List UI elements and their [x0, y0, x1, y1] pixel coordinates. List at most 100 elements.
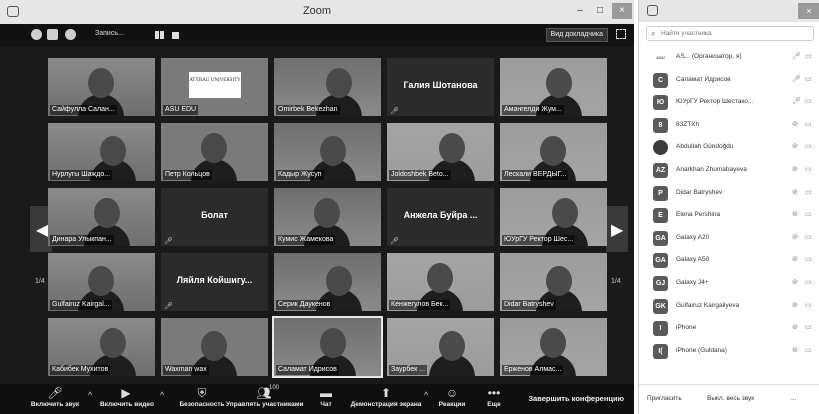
next-page-button[interactable]: ▶	[606, 206, 628, 252]
participant-list-item[interactable]: Abdullah Gündoğdu ⊘ ▭	[639, 136, 819, 159]
participant-list-item[interactable]: GA Galaxy A50 ⊘ ▭	[639, 249, 819, 272]
start-video-button[interactable]: ▶ Включить видео	[100, 386, 154, 408]
participant-video-tile[interactable]: Gulfairuz Kairgal...	[48, 253, 155, 311]
participant-list-item[interactable]: E Elena Pershina ⊘ ▭	[639, 204, 819, 227]
share-options-caret-icon[interactable]: ^	[424, 390, 428, 400]
participant-display-name: Ляйля Койшигу...	[176, 275, 253, 285]
participant-name: 83ZTXh	[676, 120, 700, 128]
participant-avatar: GK	[653, 298, 668, 314]
participant-name-label: ASU EDU	[163, 105, 199, 115]
share-screen-icon: ⬆	[380, 386, 392, 400]
person-face	[546, 68, 572, 98]
participant-video-tile[interactable]: Joldoshbek Beto...	[387, 123, 494, 181]
more-dots-icon: •••	[487, 386, 501, 400]
camera-status-icon: ▭	[805, 75, 812, 83]
close-button[interactable]: ×	[612, 3, 632, 19]
participant-list-item[interactable]: IiPhone ⊘ ▭	[639, 317, 819, 340]
panel-titlebar: ×	[639, 0, 819, 22]
participant-list-item[interactable]: GA Galaxy A20 ⊘ ▭	[639, 227, 819, 250]
participant-search-box[interactable]: ⌕	[646, 26, 814, 41]
participant-name-label: Динара Улыкпан...	[50, 235, 114, 245]
participant-video-tile[interactable]: Omirbek Bekezhan	[274, 58, 381, 116]
participant-video-tile[interactable]: Заурбек ...	[387, 318, 494, 376]
share-screen-button[interactable]: ⬆ Демонстрация экрана	[348, 386, 424, 408]
video-options-caret-icon[interactable]: ^	[160, 390, 164, 400]
participant-list-item[interactable]: AZ Anarkhan Zhumabayeva ⊘ ▭	[639, 159, 819, 182]
participant-video-tile[interactable]: Кумис Жамекова	[274, 188, 381, 246]
participant-name-label: Серик Даукенов	[276, 300, 333, 310]
recording-label: Запись...	[95, 30, 124, 37]
maximize-button[interactable]: □	[592, 3, 608, 19]
minimize-button[interactable]: –	[572, 3, 588, 19]
camera-status-icon: ▭	[805, 278, 812, 286]
participant-list-item[interactable]: P Didar Batryshev ⊘ ▭	[639, 182, 819, 205]
participant-video-tile[interactable]: Waxman wax	[161, 318, 268, 376]
participant-video-tile[interactable]: Ляйля Койшигу... 🎤︎	[161, 253, 268, 311]
muted-mic-icon: 🎤︎	[390, 238, 399, 245]
participant-video-tile[interactable]: ЮУрГУ Ректор Шес...	[500, 188, 607, 246]
recording-indicator-icon	[65, 29, 76, 40]
participant-list-item[interactable]: Ю ЮУрГУ Ректор Шестако... 🎤︎ ▭	[639, 91, 819, 114]
participant-name-label: Сайфулла Салан...	[50, 105, 117, 115]
panel-more-button[interactable]: ...	[791, 395, 796, 402]
person-face	[100, 136, 126, 166]
participant-video-tile[interactable]: Амангелди Жум...	[500, 58, 607, 116]
pause-recording-icon[interactable]	[155, 31, 159, 39]
participant-video-tile[interactable]: Динара Улыкпан...	[48, 188, 155, 246]
stop-recording-icon[interactable]	[172, 32, 179, 39]
person-face	[94, 198, 120, 228]
participant-display-name: Анжела Буйра ...	[403, 210, 478, 220]
participant-video-tile[interactable]: Лескали ВЕРДЫГ...	[500, 123, 607, 181]
person-face	[427, 263, 453, 293]
audio-options-caret-icon[interactable]: ^	[88, 390, 92, 400]
participant-avatar: С	[653, 72, 668, 88]
participant-name-label: Амангелди Жум...	[502, 105, 564, 115]
chat-button[interactable]: ▬ Чат	[316, 386, 336, 408]
participant-list-item[interactable]: ASU AS... (Организатор, я) 🎤︎ ▭	[639, 46, 819, 69]
lock-icon[interactable]	[47, 29, 58, 40]
security-button[interactable]: ⛨ Безопасность	[178, 386, 226, 408]
unmute-button[interactable]: 🎤︎ Включить звук	[30, 386, 80, 408]
participant-video-tile[interactable]: Кадыр Жусуп	[274, 123, 381, 181]
participant-search-input[interactable]	[661, 28, 811, 39]
speaker-view-button[interactable]: Вид докладчика	[545, 28, 608, 42]
smiley-icon: ☺	[445, 386, 459, 400]
participant-video-tile[interactable]: Кенжегулов Бек...	[387, 253, 494, 311]
search-icon: ⌕	[651, 29, 656, 38]
participant-video-tile[interactable]: Галия Шотанова 🎤︎	[387, 58, 494, 116]
participant-video-tile[interactable]: Петр Кольцов	[161, 123, 268, 181]
mute-all-button[interactable]: Выкл. весь звук	[707, 395, 754, 402]
participant-video-tile[interactable]: Сайфулла Салан...	[48, 58, 155, 116]
participant-video-tile[interactable]: Didar Batryshev	[500, 253, 607, 311]
participant-list-item[interactable]: С Саламат Идрисов 🎤︎ ▭	[639, 69, 819, 92]
participant-list-item[interactable]: GJ Galaxy J4+ ⊘ ▭	[639, 272, 819, 295]
participant-name-label: Заурбек ...	[389, 365, 428, 375]
gallery-view: ◀ 1/4 ▶ 1/4 Сайфулла Салан... ATYRAU UNIV…	[0, 46, 634, 384]
mic-status-icon: 🎤︎	[792, 53, 801, 60]
participant-video-tile[interactable]: Ерженов Алмас...	[500, 318, 607, 376]
pause-recording-icon-bar[interactable]	[160, 31, 164, 39]
end-meeting-button[interactable]: Завершить конференцию	[528, 394, 624, 403]
panel-close-button[interactable]: ×	[798, 3, 819, 19]
meeting-info-icon[interactable]	[31, 29, 42, 40]
participant-video-tile[interactable]: Нурлугы Шаждо...	[48, 123, 155, 181]
person-face	[326, 68, 352, 98]
more-button[interactable]: ••• Еще	[484, 386, 504, 408]
participant-list-item[interactable]: 8 83ZTXh ⊘ ▭	[639, 114, 819, 137]
participant-video-tile[interactable]: Болат 🎤︎	[161, 188, 268, 246]
participant-video-tile[interactable]: Серик Даукенов	[274, 253, 381, 311]
participant-list-item[interactable]: I(iPhone (Guldana) ⊘ ▭	[639, 340, 819, 363]
participant-video-tile[interactable]: Анжела Буйра ... 🎤︎	[387, 188, 494, 246]
participant-video-tile[interactable]: Кабибек Мухитов	[48, 318, 155, 376]
participant-list-item[interactable]: GK Gulfairuz Kairgaliyeva ⊘ ▭	[639, 295, 819, 318]
camera-status-icon: ▭	[805, 120, 812, 128]
participant-video-tile[interactable]: Саламат Идрисов	[272, 316, 383, 378]
participant-video-tile[interactable]: ATYRAU UNIVERSITY ASU EDU	[161, 58, 268, 116]
fullscreen-icon[interactable]	[616, 29, 626, 39]
invite-button[interactable]: Пригласить	[647, 395, 682, 402]
reactions-button[interactable]: ☺ Реакции	[436, 386, 468, 408]
person-face	[540, 328, 566, 358]
manage-participants-button[interactable]: 👥︎ Управлять участниками	[226, 386, 304, 408]
participant-avatar: E	[653, 208, 668, 224]
participant-name-label: Саламат Идрисов	[276, 365, 339, 375]
